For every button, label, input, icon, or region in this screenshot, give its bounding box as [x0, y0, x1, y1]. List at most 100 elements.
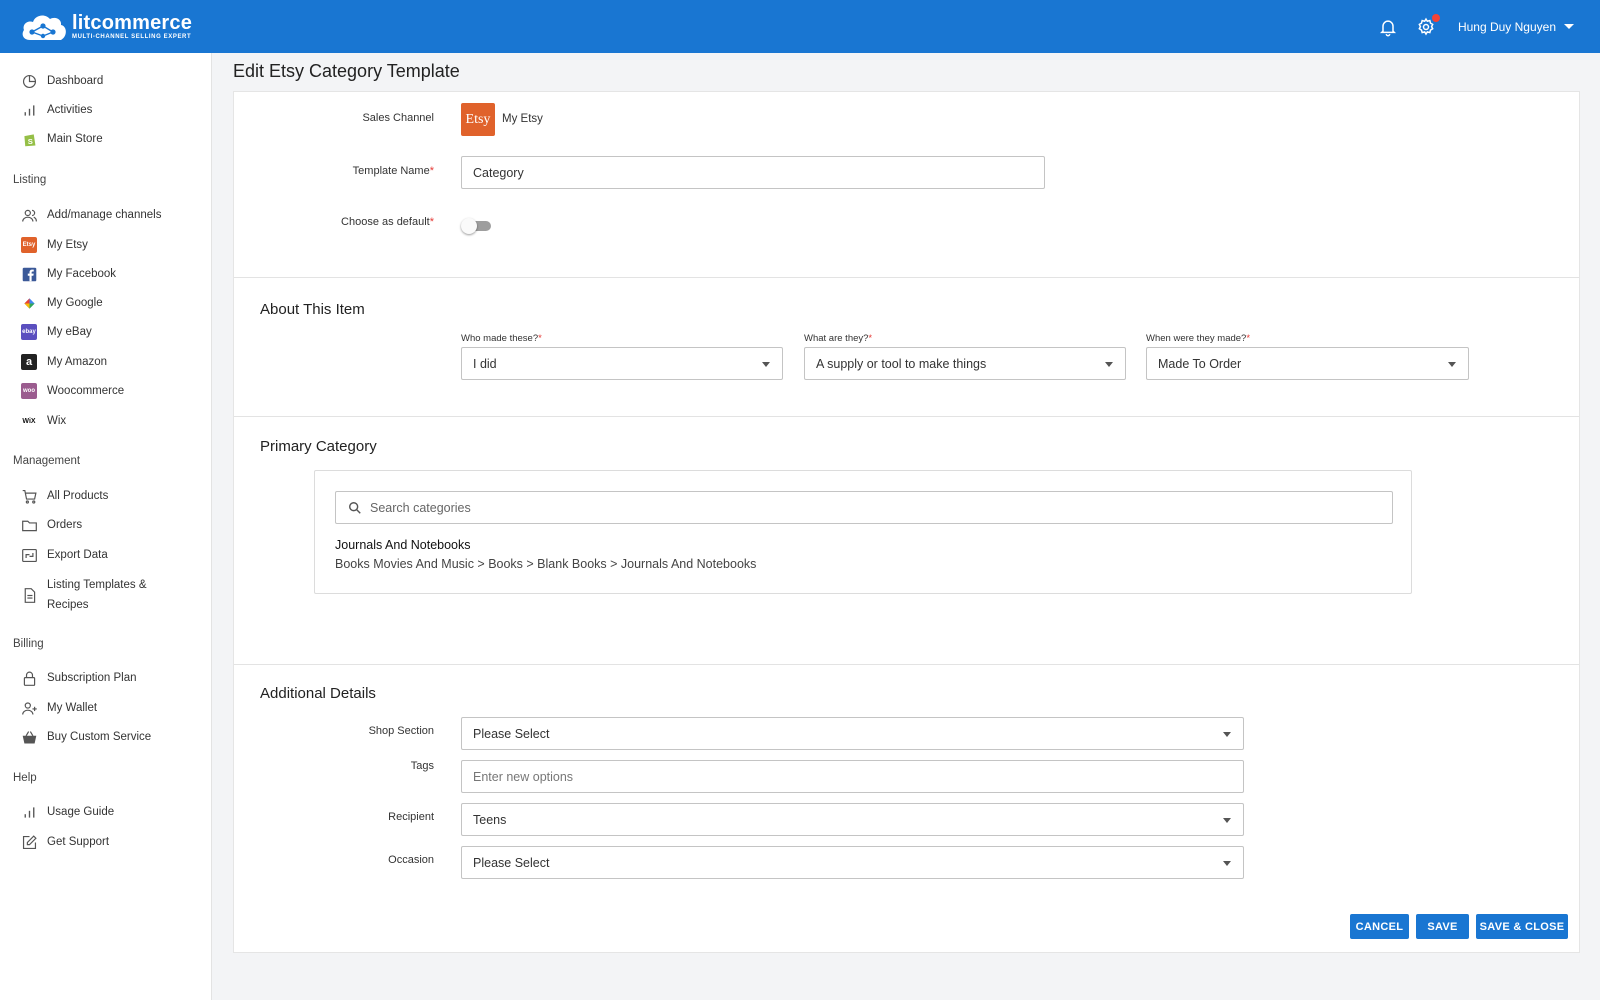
google-shopping-icon [23, 297, 35, 309]
sidebar: Dashboard Activities S Main Store Listin… [0, 53, 212, 1000]
when-made-select[interactable]: Made To Order [1146, 347, 1469, 380]
save-and-close-button[interactable]: SAVE & CLOSE [1476, 914, 1568, 939]
dropdown-arrow-icon [1223, 861, 1231, 866]
occasion-select[interactable]: Please Select [461, 846, 1244, 879]
search-icon [349, 501, 361, 514]
sidebar-item-listing-templates[interactable]: Listing Templates & Recipes [20, 573, 147, 617]
who-made-select[interactable]: I did [461, 347, 783, 380]
selected-category-path: Books Movies And Music > Books > Blank B… [335, 557, 757, 571]
users-icon [21, 209, 37, 222]
channel-name: My Etsy [502, 113, 543, 125]
sidebar-item-label-line2: Recipes [47, 599, 89, 611]
sidebar-item-label: Activities [47, 104, 93, 116]
about-section-title: About This Item [260, 301, 365, 318]
settings-button[interactable] [1414, 13, 1440, 39]
additional-details-title: Additional Details [260, 685, 376, 702]
edit-icon [22, 834, 37, 849]
cloud-network-icon [22, 15, 66, 41]
sidebar-item-label: Main Store [47, 133, 103, 145]
recipient-select[interactable]: Teens [461, 803, 1244, 836]
sidebar-item-label: All Products [47, 490, 109, 502]
category-search-placeholder: Search categories [370, 500, 471, 515]
what-are-label: What are they?* [804, 333, 872, 344]
bar-chart-icon [24, 806, 34, 818]
dropdown-arrow-icon [1448, 362, 1456, 367]
default-toggle[interactable] [461, 218, 491, 234]
sidebar-item-activities[interactable]: Activities [20, 99, 92, 121]
sidebar-item-label: My Google [47, 297, 103, 309]
tags-input[interactable]: Enter new options [461, 760, 1244, 793]
sidebar-item-label: Buy Custom Service [47, 731, 152, 743]
sidebar-item-my-wallet[interactable]: My Wallet [20, 697, 97, 719]
cart-icon [22, 489, 37, 504]
shop-section-value: Please Select [473, 726, 550, 741]
cancel-button[interactable]: CANCEL [1350, 914, 1409, 939]
who-made-value: I did [473, 356, 497, 371]
shopify-icon: S [23, 133, 35, 146]
sidebar-item-label: Listing Templates & [47, 579, 147, 591]
facebook-icon [22, 267, 36, 281]
what-are-select[interactable]: A supply or tool to make things [804, 347, 1126, 380]
brand-tagline: MULTI-CHANNEL SELLING EXPERT [72, 33, 192, 40]
required-mark: * [429, 216, 434, 228]
required-mark: * [1246, 333, 1251, 344]
tags-label: Tags [410, 760, 434, 772]
divider [234, 277, 1579, 278]
shop-section-select[interactable]: Please Select [461, 717, 1244, 750]
selected-category-name[interactable]: Journals And Notebooks [335, 538, 471, 552]
sidebar-item-label: My Facebook [47, 268, 117, 280]
sidebar-item-label: Orders [47, 519, 83, 531]
section-help: Help [13, 772, 37, 784]
sidebar-item-all-products[interactable]: All Products [20, 485, 108, 507]
sidebar-item-my-facebook[interactable]: My Facebook [20, 263, 116, 285]
recipient-value: Teens [473, 812, 507, 827]
chevron-down-icon [1564, 24, 1574, 29]
divider [234, 416, 1579, 417]
shop-section-label: Shop Section [368, 725, 434, 737]
sidebar-item-orders[interactable]: Orders [20, 514, 82, 536]
required-mark: * [868, 333, 873, 344]
notification-button[interactable] [1376, 15, 1400, 39]
required-mark: * [429, 165, 434, 177]
category-picker: Search categories Journals And Notebooks… [314, 470, 1412, 594]
sidebar-item-subscription-plan[interactable]: Subscription Plan [20, 667, 137, 689]
sidebar-item-wix[interactable]: WiX Wix [20, 410, 66, 432]
section-listing: Listing [13, 174, 47, 186]
svg-text:S: S [27, 136, 32, 145]
sidebar-item-add-channels[interactable]: Add/manage channels [20, 204, 161, 226]
sidebar-item-main-store[interactable]: S Main Store [20, 128, 103, 150]
section-management: Management [13, 455, 81, 467]
template-name-input[interactable]: Category [461, 156, 1045, 189]
default-label-text: Choose as default [341, 216, 430, 228]
sidebar-item-dashboard[interactable]: Dashboard [20, 70, 103, 92]
sales-channel-label: Sales Channel [362, 112, 434, 124]
brand-logo[interactable]: litcommerce MULTI-CHANNEL SELLING EXPERT [20, 10, 192, 44]
sidebar-item-label: Wix [47, 415, 67, 427]
sidebar-item-my-google[interactable]: My Google [20, 292, 103, 314]
amazon-icon: a [21, 354, 37, 370]
dropdown-arrow-icon [762, 362, 770, 367]
sidebar-item-my-amazon[interactable]: a My Amazon [20, 351, 107, 373]
save-button[interactable]: SAVE [1416, 914, 1469, 939]
sidebar-item-my-etsy[interactable]: Etsy My Etsy [20, 234, 88, 256]
etsy-icon: Etsy [21, 237, 37, 253]
sidebar-item-buy-custom-service[interactable]: Buy Custom Service [20, 726, 151, 748]
sidebar-item-get-support[interactable]: Get Support [20, 831, 109, 853]
divider [234, 664, 1579, 665]
category-search-input[interactable]: Search categories [335, 491, 1393, 524]
sidebar-item-usage-guide[interactable]: Usage Guide [20, 801, 114, 823]
export-icon [21, 548, 37, 562]
when-made-label-text: When were they made? [1146, 333, 1247, 344]
user-menu[interactable]: Hung Duy Nguyen [1458, 20, 1574, 34]
required-mark: * [538, 333, 542, 344]
default-label: Choose as default* [234, 216, 434, 228]
sidebar-item-woocommerce[interactable]: woo Woocommerce [20, 380, 124, 402]
bell-icon [1379, 19, 1396, 36]
when-made-label: When were they made?* [1146, 333, 1250, 344]
what-are-value: A supply or tool to make things [816, 356, 987, 371]
sidebar-item-my-ebay[interactable]: ebay My eBay [20, 321, 92, 343]
sidebar-item-export-data[interactable]: Export Data [20, 544, 108, 566]
sidebar-item-label: Add/manage channels [47, 209, 162, 221]
sidebar-item-label: My Etsy [47, 239, 88, 251]
bar-chart-icon [24, 104, 34, 116]
